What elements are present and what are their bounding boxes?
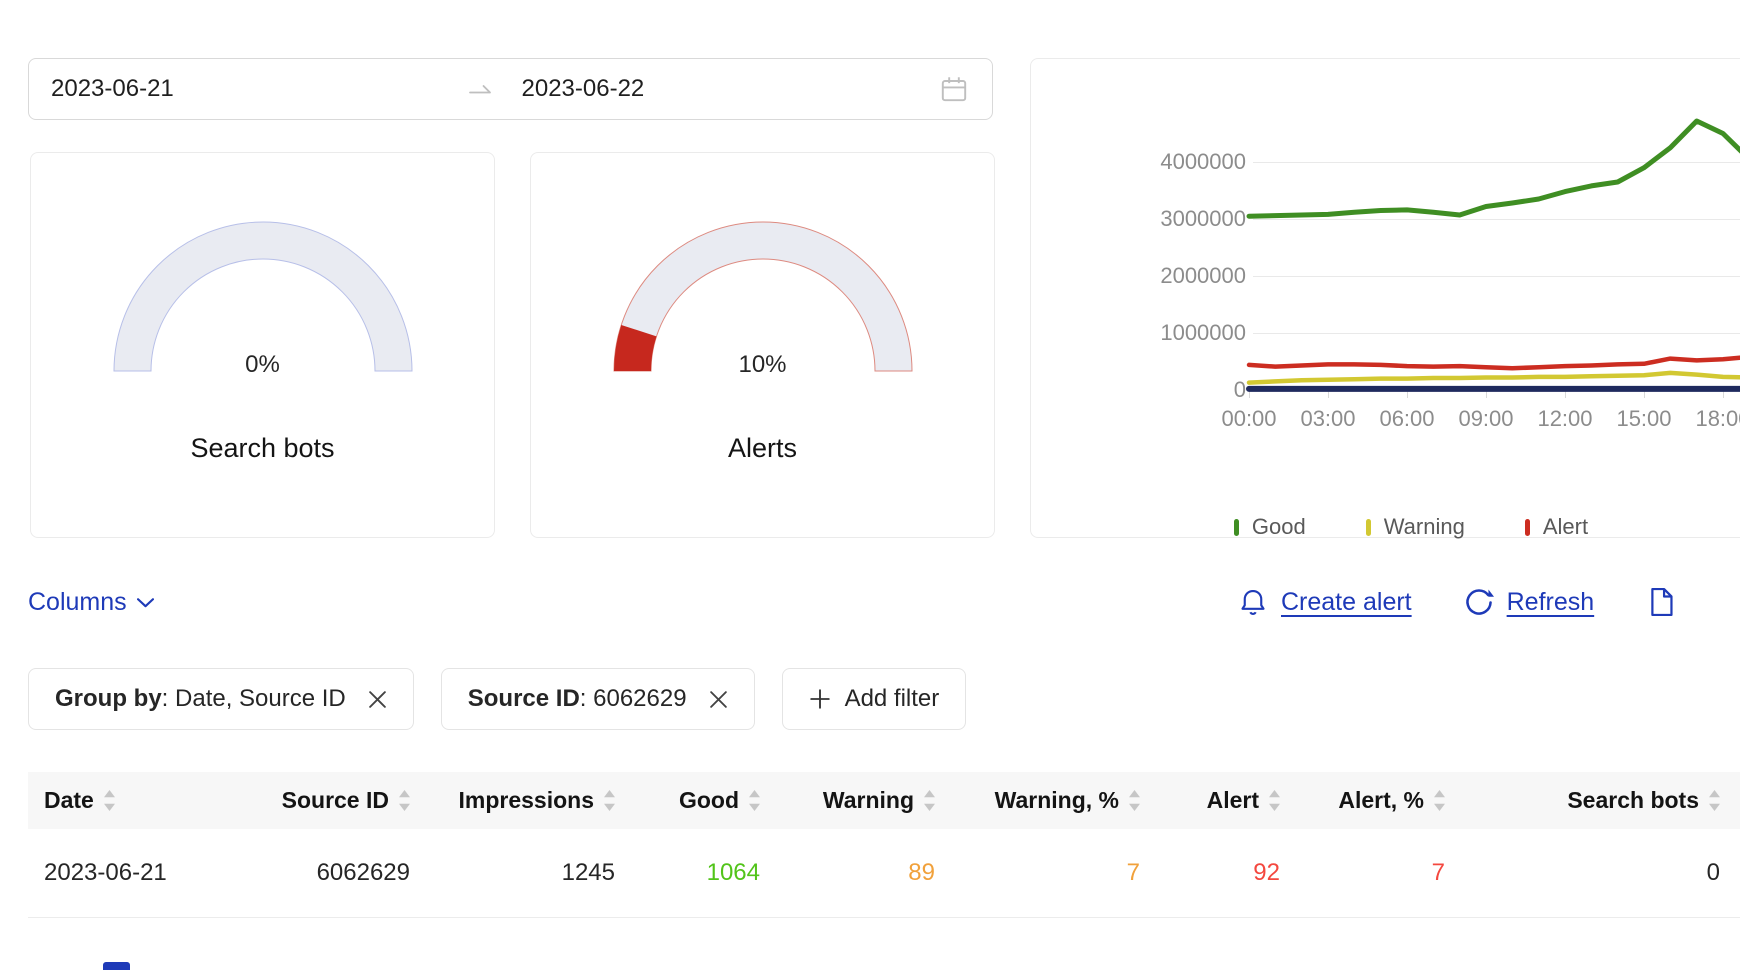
sort-icon[interactable] <box>1269 790 1280 811</box>
legend-marker <box>1234 519 1239 536</box>
results-table: Date Source ID Impressions Good Warning Warni… <box>28 772 1740 918</box>
legend-item-alert[interactable]: Alert <box>1525 514 1588 540</box>
table-cell-date: 2023-06-21 <box>28 829 240 918</box>
chart-card: 0100000020000003000000400000000:0003:000… <box>1030 58 1740 538</box>
gauge-search-bots <box>107 211 419 373</box>
series-warning <box>1249 373 1740 383</box>
filter-chip-group-by[interactable]: Group by: Date, Source ID <box>28 668 414 730</box>
gauge-card-search-bots: 0% Search bots <box>30 152 495 538</box>
columns-dropdown[interactable]: Columns <box>28 588 154 617</box>
gauge-value-alerts: 10% <box>531 351 994 379</box>
filter-chips-row: Group by: Date, Source ID Source ID: 6062… <box>28 668 966 730</box>
legend-marker <box>1525 519 1530 536</box>
refresh-link[interactable]: Refresh <box>1464 587 1595 617</box>
column-header-label: Search bots <box>1567 787 1699 814</box>
filter-chip-value: : Date, Source ID <box>162 685 346 713</box>
bell-icon <box>1238 587 1268 617</box>
bottom-cut-element <box>103 962 130 970</box>
plus-icon <box>809 688 831 710</box>
legend-label: Good <box>1252 514 1306 540</box>
column-header-alert[interactable]: Alert <box>1160 772 1300 829</box>
column-header-label: Warning, % <box>995 787 1119 814</box>
sort-icon[interactable] <box>104 790 115 811</box>
create-alert-link[interactable]: Create alert <box>1238 587 1412 617</box>
column-header-search-bots[interactable]: Search bots <box>1465 772 1740 829</box>
close-icon[interactable] <box>709 690 728 709</box>
gauge-alerts <box>607 211 919 373</box>
date-end-value[interactable]: 2023-06-22 <box>494 75 939 103</box>
column-header-alert[interactable]: Alert, % <box>1300 772 1465 829</box>
refresh-icon <box>1464 587 1494 617</box>
column-header-label: Warning <box>823 787 914 814</box>
add-filter-label: Add filter <box>845 685 940 713</box>
column-header-label: Date <box>44 787 94 814</box>
gauge-value-search-bots: 0% <box>31 351 494 379</box>
close-icon[interactable] <box>368 690 387 709</box>
gauge-card-alerts: 10% Alerts <box>530 152 995 538</box>
table-cell-good: 1064 <box>635 829 780 918</box>
table-cell-source-id: 6062629 <box>240 829 430 918</box>
table-cell-warning: 7 <box>955 829 1160 918</box>
table-toolbar: Create alert Refresh <box>1238 586 1676 618</box>
table-cell-warning: 89 <box>780 829 955 918</box>
legend-item-good[interactable]: Good <box>1234 514 1306 540</box>
sort-icon[interactable] <box>1434 790 1445 811</box>
columns-label: Columns <box>28 588 127 617</box>
gauge-title-search-bots: Search bots <box>31 433 494 464</box>
column-header-date[interactable]: Date <box>28 772 240 829</box>
date-range-picker[interactable]: 2023-06-21 2023-06-22 <box>28 58 993 120</box>
filter-chip-label: Source ID <box>468 685 580 713</box>
filter-chip-source-id[interactable]: Source ID: 6062629 <box>441 668 755 730</box>
add-filter-button[interactable]: Add filter <box>782 668 967 730</box>
series-good <box>1249 121 1740 216</box>
sort-icon[interactable] <box>399 790 410 811</box>
table-cell-impressions: 1245 <box>430 829 635 918</box>
refresh-label: Refresh <box>1507 588 1595 617</box>
table-cell-alert: 7 <box>1300 829 1465 918</box>
sort-icon[interactable] <box>749 790 760 811</box>
filter-chip-remove[interactable] <box>368 690 387 709</box>
swap-right-icon <box>468 83 494 95</box>
table-cell-alert: 92 <box>1160 829 1300 918</box>
column-header-source-id[interactable]: Source ID <box>240 772 430 829</box>
date-start-value[interactable]: 2023-06-21 <box>51 75 468 103</box>
chevron-down-icon <box>137 598 154 608</box>
filter-chip-label: Group by <box>55 685 162 713</box>
table-cell-search-bots: 0 <box>1465 829 1740 918</box>
sort-icon[interactable] <box>1129 790 1140 811</box>
column-header-label: Impressions <box>459 787 595 814</box>
legend-marker <box>1366 519 1371 536</box>
export-document-icon[interactable] <box>1646 586 1676 618</box>
line-chart <box>1031 59 1740 509</box>
filter-chip-remove[interactable] <box>709 690 728 709</box>
column-header-label: Alert, % <box>1338 787 1424 814</box>
column-header-warning[interactable]: Warning <box>780 772 955 829</box>
column-header-impressions[interactable]: Impressions <box>430 772 635 829</box>
series-alert <box>1249 357 1740 368</box>
column-header-label: Good <box>679 787 739 814</box>
sort-icon[interactable] <box>604 790 615 811</box>
gauge-title-alerts: Alerts <box>531 433 994 464</box>
legend-label: Alert <box>1543 514 1588 540</box>
sort-icon[interactable] <box>924 790 935 811</box>
filter-chip-value: : 6062629 <box>580 685 687 713</box>
sort-icon[interactable] <box>1709 790 1720 811</box>
calendar-icon[interactable] <box>938 73 970 105</box>
legend-label: Warning <box>1384 514 1465 540</box>
column-header-label: Source ID <box>282 787 389 814</box>
chart-legend: Good Warning Alert <box>1031 514 1740 540</box>
column-header-good[interactable]: Good <box>635 772 780 829</box>
create-alert-label: Create alert <box>1281 588 1412 617</box>
column-header-warning[interactable]: Warning, % <box>955 772 1160 829</box>
column-header-label: Alert <box>1207 787 1259 814</box>
legend-item-warning[interactable]: Warning <box>1366 514 1465 540</box>
